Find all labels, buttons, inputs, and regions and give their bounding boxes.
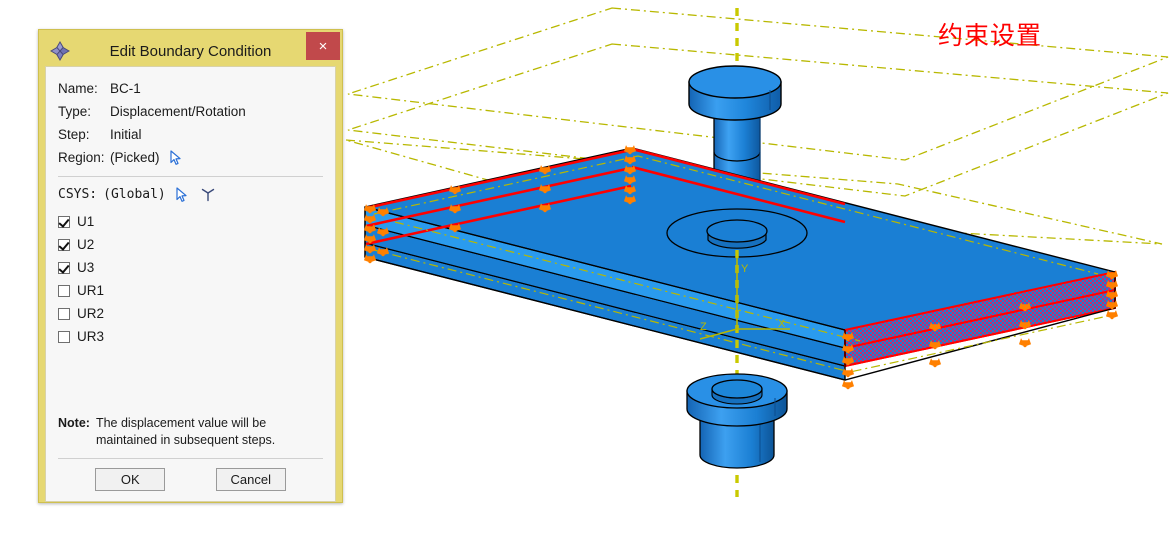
dialog-body: Name: BC-1 Type: Displacement/Rotation S… [45, 66, 336, 502]
dof-label-ur2: UR2 [77, 306, 105, 321]
hole-top-circle [706, 219, 768, 243]
field-step-value: Initial [110, 127, 142, 142]
die-assembly[interactable] [686, 373, 788, 469]
field-name-value: BC-1 [110, 81, 141, 96]
dof-label-u3: U3 [77, 260, 95, 275]
dof-row-ur3[interactable]: UR3 [58, 325, 323, 348]
field-region-label: Region: [58, 150, 105, 165]
field-type-label: Type: [58, 104, 92, 119]
note-block: Note: The displacement value will be mai… [58, 415, 323, 449]
close-icon[interactable]: × [306, 32, 340, 60]
checkbox-ur2[interactable] [58, 307, 70, 320]
csys-value: (Global) [103, 187, 166, 202]
field-region-value: (Picked) [110, 150, 160, 165]
field-type-row: Type: Displacement/Rotation [58, 100, 323, 123]
dialog-button-row: OK Cancel [58, 468, 323, 493]
ok-button[interactable]: OK [95, 468, 166, 491]
dof-checkbox-list[interactable]: U1 U2 U3 UR1 UR2 UR3 [58, 210, 323, 348]
cancel-button[interactable]: Cancel [215, 468, 286, 491]
field-name-label: Name: [58, 81, 98, 96]
annotation-label: 约束设置 [938, 21, 1043, 50]
dof-row-u3[interactable]: U3 [58, 256, 323, 279]
dof-row-ur1[interactable]: UR1 [58, 279, 323, 302]
csys-label: CSYS: [58, 187, 98, 202]
dof-row-u2[interactable]: U2 [58, 233, 323, 256]
diamond-spinner-icon [49, 40, 71, 62]
csys-picker-cursor-arrow-icon[interactable] [175, 186, 189, 203]
dof-label-ur3: UR3 [77, 329, 105, 344]
checkbox-ur1[interactable] [58, 284, 70, 297]
divider-region [58, 176, 323, 177]
dof-label-u2: U2 [77, 237, 95, 252]
triad-z-label: Z [700, 321, 707, 333]
dialog-title: Edit Boundary Condition [109, 42, 272, 60]
divider-buttons [58, 458, 323, 459]
field-step-row: Step: Initial [58, 123, 323, 146]
field-type-value: Displacement/Rotation [110, 104, 246, 119]
checkbox-u2[interactable] [58, 238, 70, 251]
datum-csys-icon[interactable] [200, 187, 216, 203]
field-step-label: Step: [58, 127, 90, 142]
checkbox-ur3[interactable] [58, 330, 70, 343]
field-name-row: Name: BC-1 [58, 77, 323, 100]
field-region-row[interactable]: Region: (Picked) [58, 146, 323, 169]
punch-head-top [688, 65, 782, 99]
triad-x-label: X [778, 318, 786, 330]
checkbox-u3[interactable] [58, 261, 70, 274]
region-picker-cursor-arrow-icon[interactable] [169, 149, 183, 166]
dialog-titlebar[interactable]: Edit Boundary Condition × [45, 32, 340, 66]
csys-row[interactable]: CSYS: (Global) [58, 183, 323, 206]
dof-row-u1[interactable]: U1 [58, 210, 323, 233]
checkbox-u1[interactable] [58, 215, 70, 228]
dof-row-ur2[interactable]: UR2 [58, 302, 323, 325]
dof-label-ur1: UR1 [77, 283, 105, 298]
edit-boundary-condition-dialog[interactable]: Edit Boundary Condition × Name: BC-1 Typ… [38, 29, 343, 503]
dof-label-u1: U1 [77, 214, 95, 229]
triad-y-label: Y [741, 263, 749, 275]
die-hole-top [711, 379, 763, 399]
note-text: The displacement value will be maintaine… [95, 416, 276, 448]
note-prefix: Note: [58, 416, 90, 431]
